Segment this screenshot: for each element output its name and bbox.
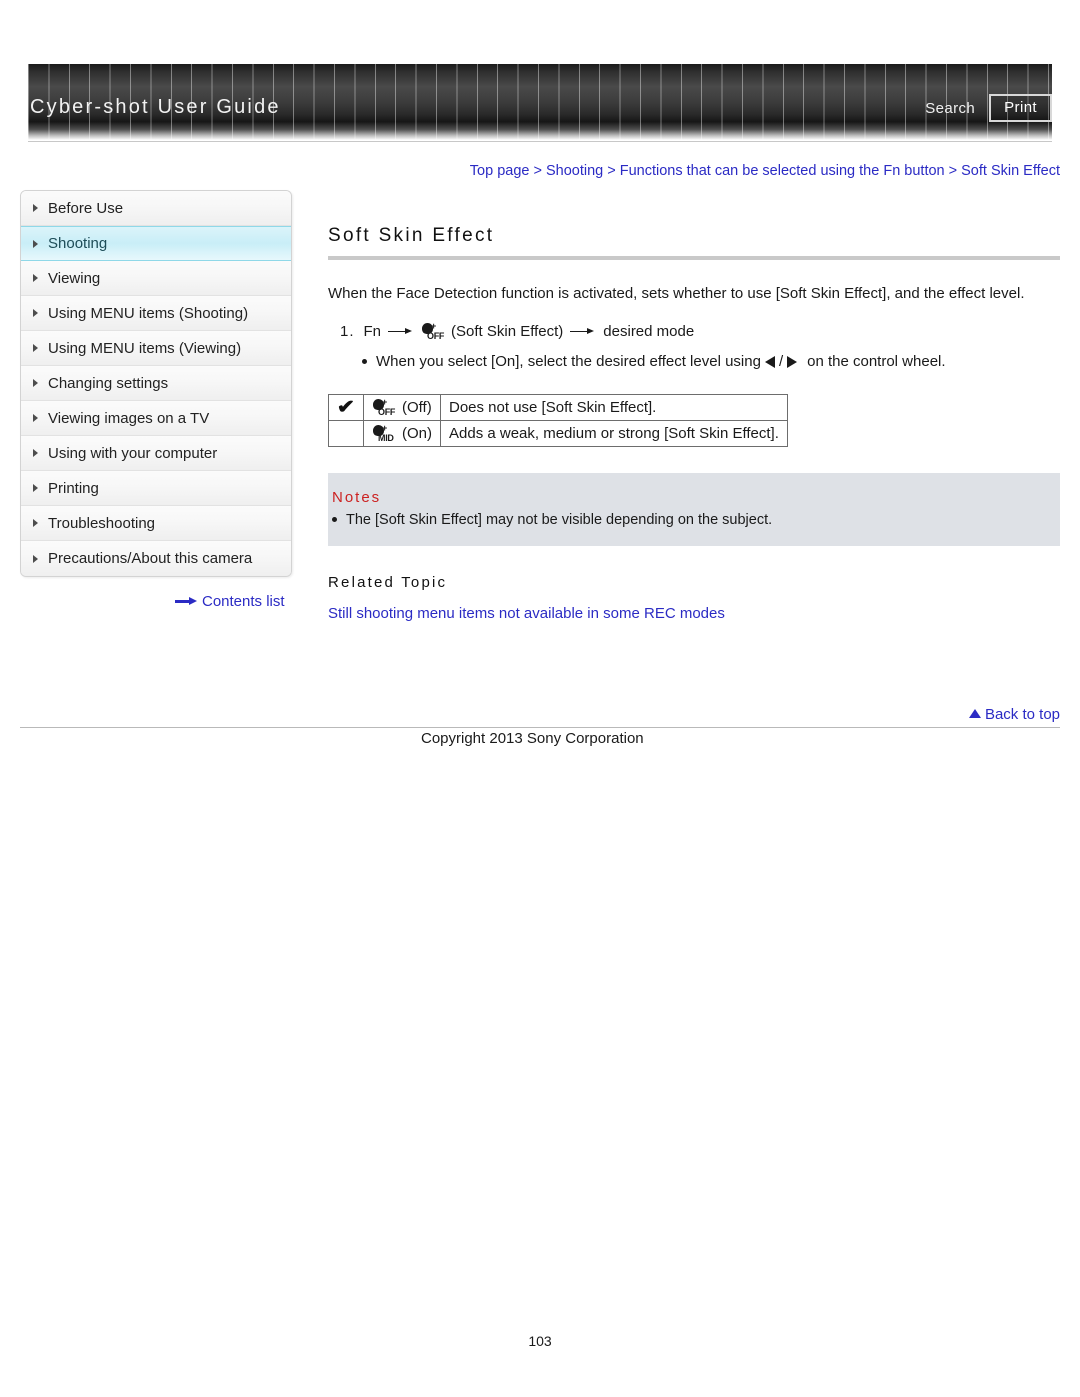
check-icon: ✔: [336, 396, 356, 418]
soft-skin-off-icon: + OFF: [373, 396, 399, 417]
sidebar-item-label: Using MENU items (Viewing): [48, 339, 242, 357]
table-cell-mode: + MID (On): [363, 419, 441, 447]
bullet-text-after: on the control wheel.: [807, 352, 946, 370]
sidebar-item-viewing[interactable]: Viewing: [21, 261, 291, 296]
triangle-right-icon: [33, 379, 38, 387]
page-title: Soft Skin Effect: [328, 225, 495, 246]
copyright-text: Copyright 2013 Sony Corporation: [421, 730, 644, 747]
contents-list-label: Contents list: [202, 593, 285, 610]
sidebar-item-troubleshooting[interactable]: Troubleshooting: [21, 506, 291, 541]
main-content: Soft Skin Effect When the Face Detection…: [328, 225, 1060, 622]
sidebar-item-label: Using MENU items (Shooting): [48, 304, 249, 322]
sidebar-item-label: Before Use: [48, 199, 124, 217]
notes-item-text: The [Soft Skin Effect] may not be visibl…: [346, 511, 773, 528]
triangle-right-icon: [33, 554, 38, 563]
table-cell-selected-marker: ✔: [328, 393, 364, 421]
intro-paragraph: When the Face Detection function is acti…: [328, 285, 1025, 302]
notes-title: Notes: [332, 488, 382, 506]
left-arrow-icon: [764, 355, 775, 368]
sidebar-item-precautions-about-this-camera[interactable]: Precautions/About this camera: [21, 541, 291, 576]
header-divider: [28, 141, 1052, 142]
sidebar-item-using-menu-items-viewing[interactable]: Using MENU items (Viewing): [21, 331, 291, 366]
step-fn-label: Fn: [363, 322, 382, 340]
bullet-text-before: When you select [On], select the desired…: [376, 352, 761, 370]
sidebar-item-label: Precautions/About this camera: [48, 550, 253, 567]
back-to-top-label: Back to top: [984, 706, 1060, 723]
sidebar-item-shooting[interactable]: Shooting: [21, 226, 291, 261]
title-divider: [328, 256, 1060, 260]
plus-mark: +: [382, 396, 388, 407]
soft-skin-icon-label: OFF: [427, 331, 445, 342]
search-link[interactable]: Search: [925, 100, 975, 117]
sidebar-item-using-with-your-computer[interactable]: Using with your computer: [21, 436, 291, 471]
step-icon-caption: (Soft Skin Effect): [451, 322, 564, 340]
sidebar-item-label: Shooting: [48, 235, 108, 252]
bullet-dot-icon: [332, 517, 337, 523]
triangle-right-icon: [33, 519, 38, 527]
sidebar-item-label: Changing settings: [48, 374, 169, 392]
soft-skin-mid-icon: + MID: [373, 422, 399, 443]
sidebar-item-label: Viewing: [48, 269, 101, 287]
triangle-right-icon: [33, 344, 38, 352]
table-row: + MID (On) Adds a weak, medium or strong [S…: [328, 419, 788, 447]
table-cell-mode: + OFF (Off): [363, 393, 441, 421]
sidebar-item-label: Troubleshooting: [48, 514, 156, 532]
sidebar-nav: Before Use Shooting Viewing Using MENU item…: [20, 190, 292, 577]
sidebar-item-printing[interactable]: Printing: [21, 471, 291, 506]
notes-item: The [Soft Skin Effect] may not be visibl…: [332, 512, 1060, 528]
contents-list-link[interactable]: Contents list: [175, 593, 285, 610]
sidebar-item-label: Viewing images on a TV: [48, 409, 210, 427]
arrow-right-icon: [388, 327, 414, 337]
back-to-top-link[interactable]: Back to top: [0, 706, 1060, 723]
notes-item-list: The [Soft Skin Effect] may not be visibl…: [332, 512, 1060, 528]
sidebar-item-label: Using with your computer: [48, 444, 218, 462]
table-cell-description: Adds a weak, medium or strong [Soft Skin…: [440, 419, 788, 447]
plus-mark: +: [431, 321, 437, 332]
triangle-right-icon: [33, 204, 38, 212]
table-cell-selected-marker: [328, 419, 364, 447]
table-cell-description: Does not use [Soft Skin Effect].: [440, 393, 788, 421]
breadcrumb[interactable]: Top page > Shooting > Functions that can…: [0, 163, 1060, 179]
app-title: Cyber-shot User Guide: [30, 96, 281, 118]
triangle-right-icon: [33, 309, 38, 317]
triangle-up-icon: [968, 709, 981, 718]
bullet-separator: /: [778, 352, 784, 370]
step-tail-label: desired mode: [603, 322, 695, 340]
step-number: 1.: [340, 322, 355, 340]
sidebar-item-using-menu-items-shooting[interactable]: Using MENU items (Shooting): [21, 296, 291, 331]
sidebar-item-changing-settings[interactable]: Changing settings: [21, 366, 291, 401]
footer-divider: [20, 727, 1060, 728]
table-mode-label: (Off): [402, 398, 432, 416]
sidebar-item-viewing-images-on-a-tv[interactable]: Viewing images on a TV: [21, 401, 291, 436]
options-table: ✔ + OFF (Off) Does not use [Soft Skin Effect…: [328, 393, 788, 447]
step-line: 1. Fn + OFF (Soft Skin Effect) desired m…: [340, 320, 1060, 344]
page-number: 103: [528, 1333, 552, 1349]
triangle-right-icon: [33, 449, 38, 457]
triangle-right-icon: [33, 274, 38, 282]
right-arrow-icon: [787, 355, 798, 368]
step-sub-bullet: When you select [On], select the desired…: [362, 350, 1060, 374]
triangle-right-icon: [33, 239, 38, 248]
sidebar-item-label: Printing: [48, 479, 99, 497]
related-topic-link[interactable]: Still shooting menu items not available …: [328, 605, 1060, 622]
header-actions: Search Print: [925, 94, 1052, 122]
related-topic-title: Related Topic: [328, 573, 448, 591]
triangle-right-icon: [33, 414, 38, 422]
sidebar-item-before-use[interactable]: Before Use: [21, 191, 291, 226]
soft-skin-off-icon: + OFF: [422, 321, 448, 342]
soft-skin-icon-label: OFF: [378, 406, 396, 417]
triangle-right-icon: [33, 484, 38, 492]
print-button[interactable]: Print: [989, 94, 1052, 122]
soft-skin-icon-label: MID: [378, 432, 394, 443]
table-row: ✔ + OFF (Off) Does not use [Soft Skin Effect…: [328, 393, 788, 421]
plus-mark: +: [382, 422, 388, 433]
arrow-right-icon: [175, 597, 197, 606]
bullet-dot-icon: [362, 359, 367, 365]
notes-box: Notes The [Soft Skin Effect] may not be …: [328, 472, 1060, 546]
table-mode-label: (On): [402, 424, 432, 442]
arrow-right-icon: [570, 327, 596, 337]
